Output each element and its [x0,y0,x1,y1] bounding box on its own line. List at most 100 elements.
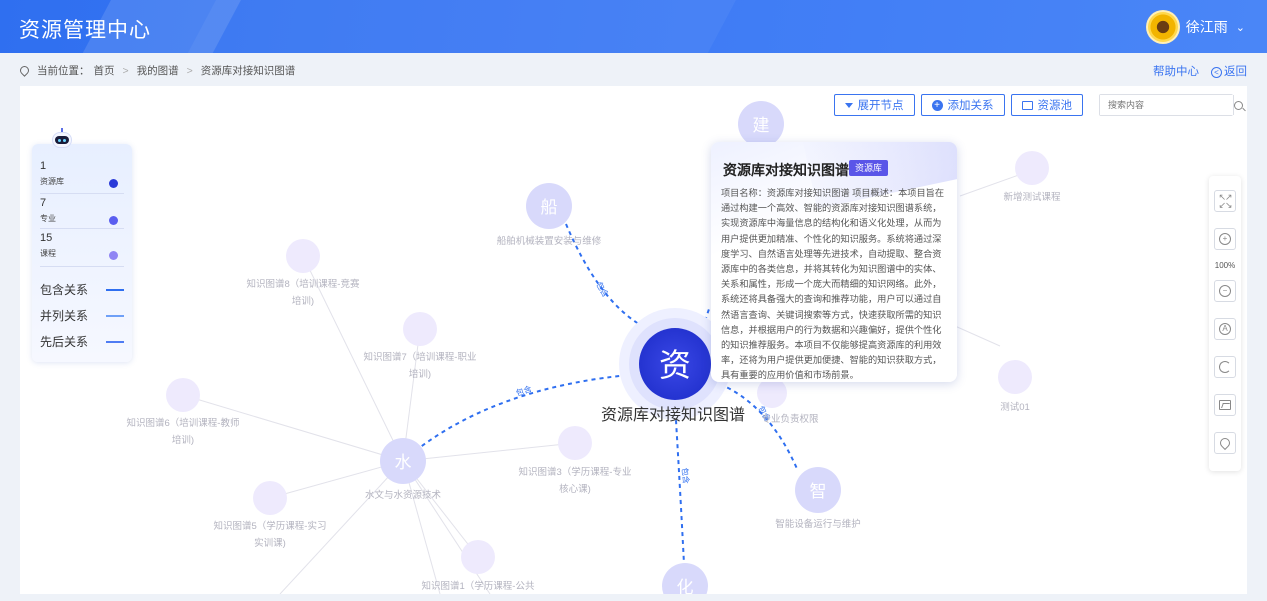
expand-nodes-button[interactable]: 展开节点 [833,94,915,116]
legend-dot [109,179,118,188]
location-pin-icon [1217,435,1233,451]
course-node [998,360,1032,394]
legend-dot [109,251,118,260]
chevron-down-icon[interactable]: ⌄ [1236,21,1245,34]
card-line: 然语言查询、关键词搜索等方式，快速获取所需的知识 [721,309,942,320]
search-icon [1234,100,1243,110]
zoom-out-button[interactable]: − [1214,280,1236,302]
search-box [1099,94,1243,116]
legend-relation-sequence[interactable]: 先后关系 [40,333,124,350]
legend-panel: 1 资源库 7 专业 15 课程 包含关系 并列关系 先后关系 [32,128,132,362]
back-label[interactable]: 返回 [1224,66,1247,78]
center-node-char: 资 [659,347,691,383]
zoom-out-icon: − [1219,285,1231,297]
image-icon [1219,400,1231,410]
text-icon: A [1219,323,1231,335]
search-input[interactable] [1100,95,1233,115]
card-description: 项目名称：资源库对接知识图谱 项目概述：本项目旨在 通过构建一个高效、智能的资源… [721,186,949,382]
card-line: 系统还将具备强大的查询和推荐功能，用户可以通过自 [721,294,942,305]
box-icon [1021,100,1033,110]
header-decoration-2 [173,0,747,53]
help-center-link[interactable]: 帮助中心 [1153,63,1199,79]
relation-label: 包含 [515,383,533,397]
course-node [403,312,437,346]
legend-relation-parallel[interactable]: 并列关系 [40,307,124,324]
card-line: 率，还将为用户提供更加便捷、智能的知识获取方式， [721,355,942,366]
course-node [1015,151,1049,185]
card-line: 项目名称：资源库对接知识图谱 项目概述：本项目旨在 [721,188,945,198]
top-links: 帮助中心 < 返回 [1153,63,1247,79]
relation-swatch-icon [106,314,124,317]
course-node [286,239,320,273]
user-name[interactable]: 徐江雨 [1186,17,1228,37]
legend-category-course[interactable]: 15 课程 [40,232,124,260]
card-title: 资源库对接知识图谱 [723,162,849,178]
legend-category-major[interactable]: 7 专业 [40,197,124,225]
course-label: 知识图谱7（培训课程-职业 [364,351,477,363]
text-toggle-button[interactable]: A [1214,318,1236,340]
location-icon [18,64,31,77]
legend-count: 7 [40,197,47,209]
refresh-button[interactable] [1214,356,1236,378]
course-label: 实训课) [254,537,286,549]
course-label: 专业负责权限 [761,413,819,425]
breadcrumb-home[interactable]: 首页 [94,63,115,78]
card-line: 具有重要的应用价值和市场前景。 [721,370,859,381]
resource-pool-label[interactable]: 资源池 [1038,97,1073,113]
card-line: 通过构建一个高效、智能的资源库对接知识图谱系统， [721,203,942,214]
back-link[interactable]: < 返回 [1211,63,1247,79]
robot-icon [50,128,74,152]
fit-screen-icon: ↖↗ ↙↘ [1218,192,1232,210]
breadcrumb-separator: > [186,64,193,77]
expand-nodes-label[interactable]: 展开节点 [858,97,904,113]
course-label: 新增测试课程 [1003,191,1061,203]
breadcrumb-current: 资源库对接知识图谱 [200,65,296,77]
course-label: 知识图谱1（学历课程-公共 [422,580,535,592]
card-type-badge: 资源库 [849,160,889,176]
caret-down-icon [844,102,853,108]
legend-relation-label: 先后关系 [40,335,89,349]
divider [40,266,124,267]
locate-button[interactable] [1214,432,1236,454]
fit-screen-button[interactable]: ↖↗ ↙↘ [1214,190,1236,212]
legend-count: 1 [40,160,47,172]
major-node-char: 建 [753,116,770,135]
legend-category-resource-library[interactable]: 1 资源库 [40,160,124,188]
card-line: 的知识推荐服务。本项目不仅能够提高资源库的利用效 [721,340,942,351]
app-title: 资源管理中心 [19,19,151,42]
avatar[interactable] [1145,10,1180,44]
legend-relation-contains[interactable]: 包含关系 [40,281,124,298]
add-relation-label[interactable]: 添加关系 [948,97,994,113]
card-line: 源库中的各类信息，并将其转化为知识图谱中的实体、 [721,264,942,275]
major-node-char: 化 [677,578,694,594]
search-button[interactable] [1233,95,1243,115]
resource-pool-button[interactable]: 资源池 [1010,94,1083,116]
zoom-panel: ↖↗ ↙↘ + 100% − A [1209,176,1241,471]
major-node-label: 船舶机械装置安装与维修 [497,235,602,247]
knowledge-graph[interactable]: 包含 包含 包含 包含 知识图谱8（培训课程-竞赛 培训) 知识图谱7（培训课程… [20,86,1247,594]
major-node-label: 水文与水资源技术 [365,489,442,501]
course-label: 核心课) [559,483,591,495]
plus-circle-icon: + [931,99,943,111]
user-menu[interactable]: 徐江雨 ⌄ [1145,10,1245,44]
course-label: 知识图谱8（培训课程-竞赛 [247,278,360,290]
card-line: 度学习、自然语言处理等先进技术，自动提取、整合资 [721,248,942,259]
course-node [461,540,495,574]
card-line: 关系和属性，形成一个庞大而精细的知识网络。此外， [721,279,942,290]
breadcrumb-separator: > [122,64,129,77]
course-node [253,481,287,515]
relation-swatch-icon [106,288,124,291]
course-label: 培训) [172,434,194,446]
course-label: 知识图谱6（培训课程-教师 [127,417,240,429]
refresh-icon [1219,361,1231,373]
major-node-char: 智 [810,482,827,501]
major-node-label: 智能设备运行与维护 [775,518,861,530]
export-image-button[interactable] [1214,394,1236,416]
add-relation-button[interactable]: + 添加关系 [920,94,1005,116]
graph-canvas[interactable]: 包含 包含 包含 包含 知识图谱8（培训课程-竞赛 培训) 知识图谱7（培训课程… [20,86,1247,594]
zoom-in-button[interactable]: + [1214,228,1236,250]
breadcrumb-my-graphs[interactable]: 我的图谱 [137,63,179,78]
graph-toolbar: 展开节点 + 添加关系 资源池 [833,94,1243,116]
major-node-char: 船 [541,198,558,217]
center-node-label: 资源库对接知识图谱 [601,406,745,424]
